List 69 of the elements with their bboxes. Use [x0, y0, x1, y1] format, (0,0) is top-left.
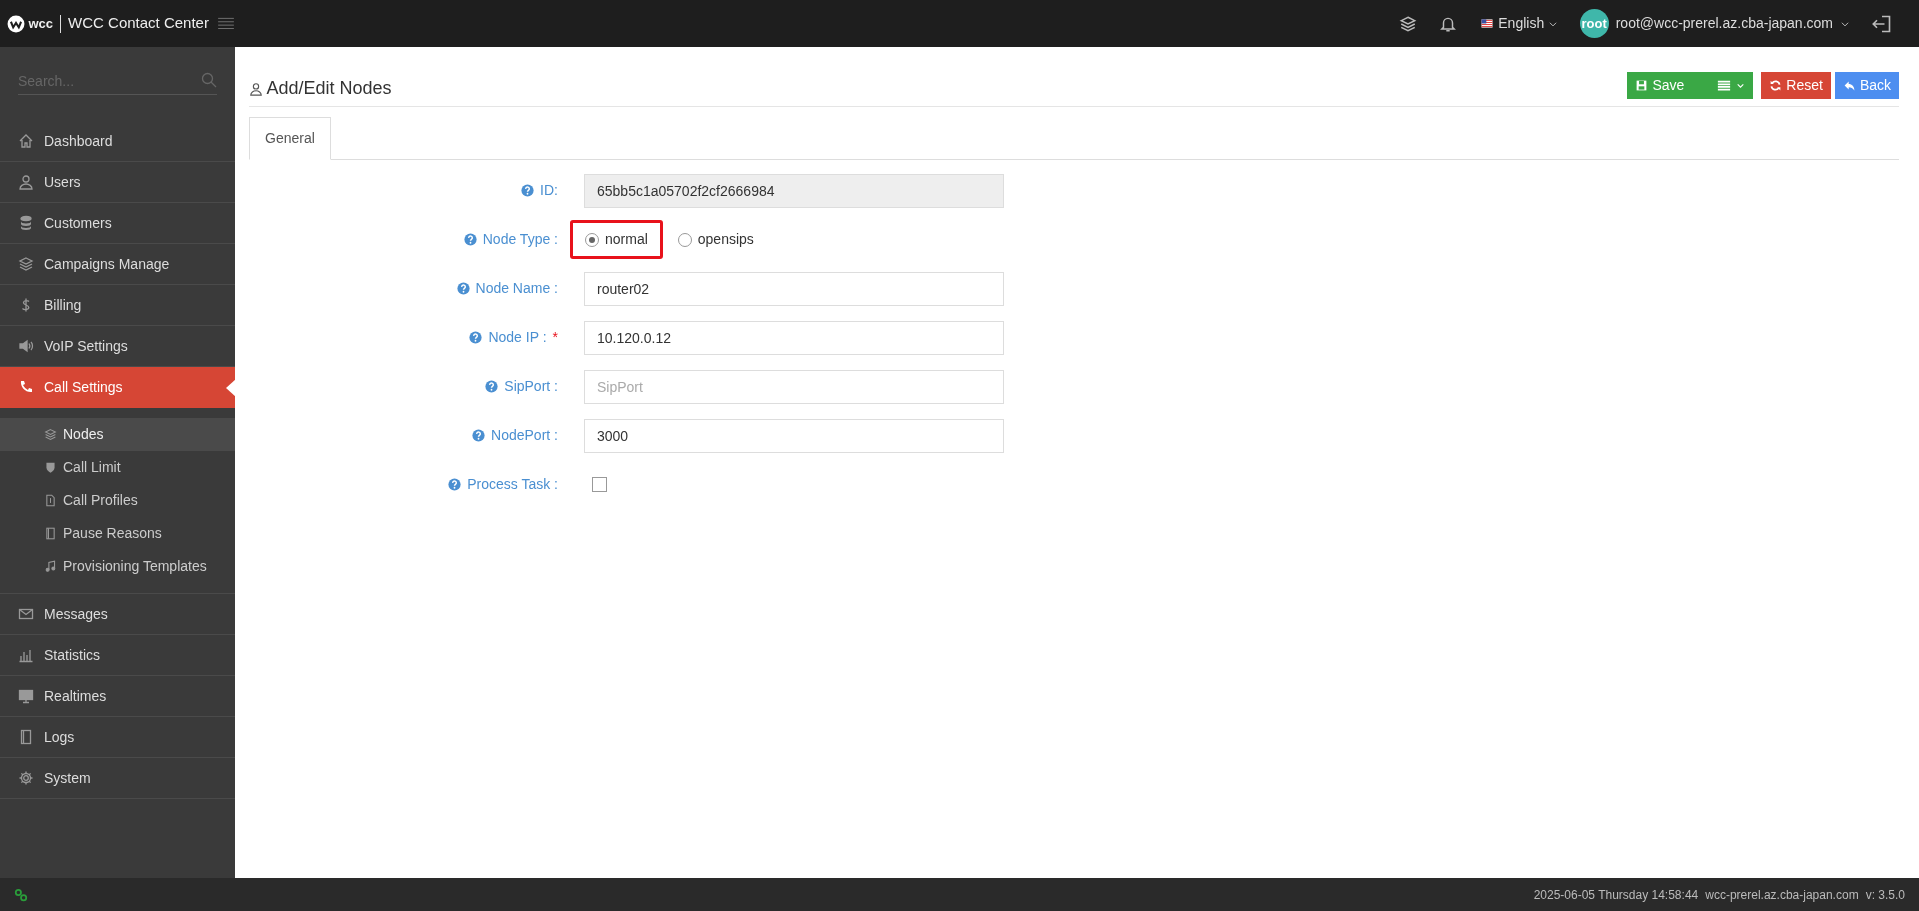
layers-icon [44, 428, 57, 441]
shield-icon [44, 461, 57, 474]
field-label: Node Name : [475, 279, 558, 298]
bar-chart-icon [18, 647, 34, 663]
help-icon [469, 331, 483, 344]
user-icon [249, 81, 263, 96]
field-label: Node Type : [482, 230, 558, 249]
monitor-icon [18, 688, 34, 704]
submenu-item[interactable]: Provisioning Templates [0, 550, 235, 583]
language-dropdown[interactable]: English [1478, 13, 1558, 34]
layers-icon[interactable] [1398, 14, 1417, 33]
radio-option[interactable]: opensips [662, 220, 769, 259]
footer-host: wcc-prerel.az.cba-japan.com [1705, 886, 1859, 904]
input-field[interactable]: 10.120.0.12 [584, 320, 1004, 355]
required-mark: * [552, 328, 558, 347]
logo-text: wcc [28, 14, 54, 33]
music-icon [44, 560, 57, 573]
app-title: WCC Contact Center [68, 13, 209, 34]
submenu-item[interactable]: Pause Reasons [0, 517, 235, 550]
checkbox[interactable] [592, 477, 607, 492]
gear-icon [18, 770, 34, 786]
link-icon [14, 887, 28, 902]
logo-icon [7, 14, 25, 33]
search-icon [201, 72, 217, 88]
speaker-icon [18, 338, 34, 354]
list-icon [1716, 78, 1733, 93]
help-icon [521, 184, 535, 197]
field-label: NodePort : [491, 426, 558, 445]
reply-icon [1842, 79, 1856, 92]
field-label: ID: [540, 181, 558, 200]
help-icon [485, 380, 499, 393]
home-icon [18, 133, 34, 149]
phone-icon [18, 379, 34, 395]
page-title: Add/Edit Nodes [266, 77, 392, 100]
help-icon [463, 233, 477, 246]
save-icon [1635, 79, 1649, 92]
user-email: root@wcc-prerel.az.cba-japan.com [1615, 14, 1833, 33]
help-icon [448, 478, 462, 491]
submenu-item[interactable]: Nodes [0, 418, 235, 451]
layers-icon [18, 256, 34, 272]
document-icon [44, 494, 57, 507]
book-icon [18, 729, 34, 745]
refresh-icon [1769, 79, 1783, 92]
tab[interactable]: General [249, 117, 331, 160]
footer-version: v: 3.5.0 [1865, 886, 1905, 904]
list-dropdown-button[interactable] [1702, 72, 1754, 99]
input-field[interactable]: router02 [584, 271, 1004, 306]
help-icon [472, 429, 486, 442]
input-field[interactable]: SipPort [584, 369, 1004, 404]
avatar: root [1579, 9, 1609, 38]
chevron-down-icon [1736, 81, 1746, 90]
input-field[interactable]: 3000 [584, 418, 1004, 453]
sidebar-item[interactable]: Call Settings [0, 367, 235, 408]
envelope-icon [18, 606, 34, 622]
reset-button[interactable]: Reset [1761, 72, 1831, 99]
user-menu[interactable]: root root@wcc-prerel.az.cba-japan.com [1579, 9, 1850, 38]
sidebar-item[interactable]: Realtimes [0, 676, 235, 717]
database-icon [18, 215, 34, 231]
field-label: Process Task : [467, 475, 558, 494]
radio-option[interactable]: normal [570, 220, 663, 259]
logout-icon[interactable] [1872, 13, 1892, 34]
field-label: SipPort : [504, 377, 558, 396]
footer-datetime: 2025-06-05 Thursday 14:58:44 [1533, 886, 1699, 904]
user-icon [18, 174, 34, 190]
submenu-item[interactable]: Call Profiles [0, 484, 235, 517]
help-icon [456, 282, 470, 295]
field-label: Node IP : [488, 328, 547, 347]
book-icon [44, 527, 57, 540]
submenu-item[interactable]: Call Limit [0, 451, 235, 484]
